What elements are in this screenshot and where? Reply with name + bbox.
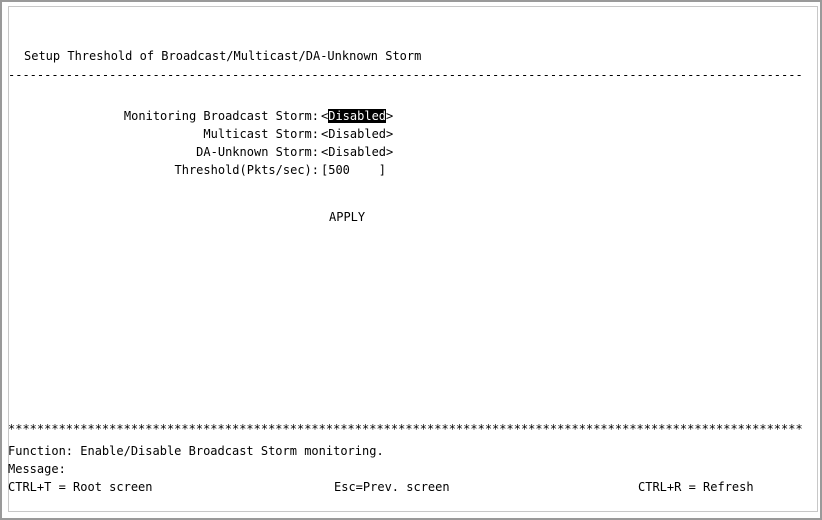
broadcast-storm-label: Monitoring Broadcast Storm: [123,109,319,123]
threshold-input[interactable]: [500 ] [321,163,386,177]
broadcast-close-bracket: > [386,109,394,123]
da-unknown-storm-value[interactable]: <Disabled> [321,145,393,159]
broadcast-storm-field[interactable]: <Disabled> [321,109,393,123]
root-screen-shortcut[interactable]: CTRL+T = Root screen [8,480,153,494]
bottom-divider: ****************************************… [8,422,803,436]
function-help-text: Function: Enable/Disable Broadcast Storm… [8,444,384,458]
prev-screen-shortcut[interactable]: Esc=Prev. screen [334,480,450,494]
message-line: Message: [8,462,66,476]
page-title: Setup Threshold of Broadcast/Multicast/D… [24,49,422,63]
threshold-label: Threshold(Pkts/sec): [174,163,320,177]
da-unknown-storm-label: DA-Unknown Storm: [196,145,319,159]
broadcast-storm-value[interactable]: Disabled [328,109,387,123]
refresh-shortcut[interactable]: CTRL+R = Refresh [638,480,754,494]
multicast-storm-label: Multicast Storm: [203,127,319,141]
multicast-storm-value[interactable]: <Disabled> [321,127,393,141]
top-divider: ----------------------------------------… [8,68,803,82]
apply-button[interactable]: APPLY [329,210,365,224]
